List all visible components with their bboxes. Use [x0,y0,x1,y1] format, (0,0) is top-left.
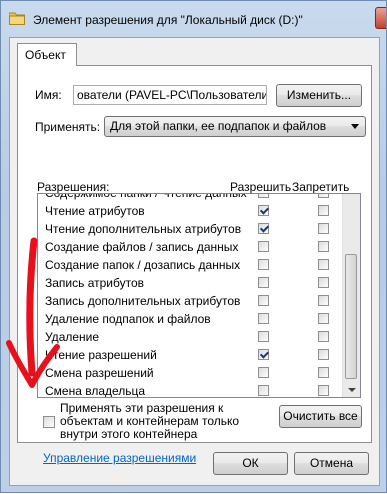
permission-row: Запись дополнительных атрибутов [38,292,343,310]
permission-name: Удаление [45,330,100,344]
allow-checkbox[interactable] [258,349,269,360]
window-title: Элемент разрешения для "Локальный диск (… [33,13,303,27]
permission-name: Чтение разрешений [45,348,157,362]
permission-row: Создание файлов / запись данных [38,238,343,256]
permission-name: Запись атрибутов [45,276,145,290]
allow-checkbox[interactable] [258,277,269,288]
cancel-button[interactable]: Отмена [294,452,369,475]
tab-object-label: Объект [25,48,66,62]
permission-row: Смена владельца [38,382,343,398]
principal-name-field[interactable]: ователи (PAVEL-PC\Пользователи) [73,85,267,105]
permission-name: Смена владельца [45,384,146,398]
apply-inside-label: Применять эти разрешения к объектам и ко… [60,401,240,441]
deny-checkbox[interactable] [318,385,329,396]
close-button[interactable] [375,7,386,29]
permissions-scrollbar[interactable] [342,194,360,397]
permission-row: Чтение атрибутов [38,202,343,220]
permission-name: Чтение дополнительных атрибутов [45,222,242,236]
allow-checkbox[interactable] [258,259,269,270]
deny-checkbox[interactable] [318,349,329,360]
permissions-header: Разрешения: [37,180,110,194]
ok-button[interactable]: ОК [213,452,288,475]
allow-checkbox[interactable] [258,194,269,198]
permission-name: Запись дополнительных атрибутов [45,294,241,308]
deny-checkbox[interactable] [318,205,329,216]
allow-checkbox[interactable] [258,241,269,252]
object-tab-page: Имя: ователи (PAVEL-PC\Пользователи) Изм… [17,65,372,465]
allow-checkbox[interactable] [258,367,269,378]
manage-permissions-link[interactable]: Управление разрешениями [43,451,196,465]
deny-checkbox[interactable] [318,194,329,198]
dialog-window: Элемент разрешения для "Локальный диск (… [0,0,387,493]
clear-all-button[interactable]: Очистить все [279,405,362,428]
deny-checkbox[interactable] [318,259,329,270]
permission-row: Создание папок / дозапись данных [38,256,343,274]
change-button[interactable]: Изменить... [276,84,362,107]
permission-row: Содержимое папки / Чтение данных [38,193,343,202]
permission-row: Запись атрибутов [38,274,343,292]
scrollbar-thumb[interactable] [345,254,357,379]
apply-to-value: Для этой папки, ее подпапок и файлов [110,119,327,133]
tab-object[interactable]: Объект [17,43,77,66]
name-label: Имя: [35,88,62,102]
chevron-down-icon [351,124,359,129]
permission-name: Содержимое папки / Чтение данных [45,193,247,200]
apply-to-dropdown[interactable]: Для этой папки, ее подпапок и файлов [104,116,366,137]
dialog-client-area: Объект Имя: ователи (PAVEL-PC\Пользовате… [9,37,380,486]
deny-checkbox[interactable] [318,295,329,306]
deny-checkbox[interactable] [318,277,329,288]
permission-name: Чтение атрибутов [45,204,145,218]
allow-checkbox[interactable] [258,385,269,396]
apply-to-label: Применять: [35,120,101,134]
permission-row: Чтение разрешений [38,346,343,364]
permission-row: Чтение дополнительных атрибутов [38,220,343,238]
permission-row: Удаление [38,328,343,346]
folder-icon [9,12,25,25]
scroll-down-icon[interactable] [348,388,356,392]
deny-column-header: Запретить [292,180,350,194]
permission-name: Смена разрешений [45,366,154,380]
permission-name: Создание папок / дозапись данных [45,258,241,272]
deny-checkbox[interactable] [318,313,329,324]
permission-row: Смена разрешений [38,364,343,382]
deny-checkbox[interactable] [318,367,329,378]
allow-checkbox[interactable] [258,223,269,234]
allow-checkbox[interactable] [258,295,269,306]
permission-name: Удаление подпапок и файлов [45,312,211,326]
permissions-list[interactable]: Содержимое папки / Чтение данных Чтение а… [37,193,361,398]
apply-inside-checkbox[interactable] [43,416,55,428]
deny-checkbox[interactable] [318,331,329,342]
allow-checkbox[interactable] [258,205,269,216]
title-bar[interactable]: Элемент разрешения для "Локальный диск (… [1,1,386,37]
allow-column-header: Разрешить [230,180,292,194]
allow-checkbox[interactable] [258,331,269,342]
allow-checkbox[interactable] [258,313,269,324]
permission-row: Удаление подпапок и файлов [38,310,343,328]
deny-checkbox[interactable] [318,223,329,234]
deny-checkbox[interactable] [318,241,329,252]
permission-name: Создание файлов / запись данных [45,240,239,254]
